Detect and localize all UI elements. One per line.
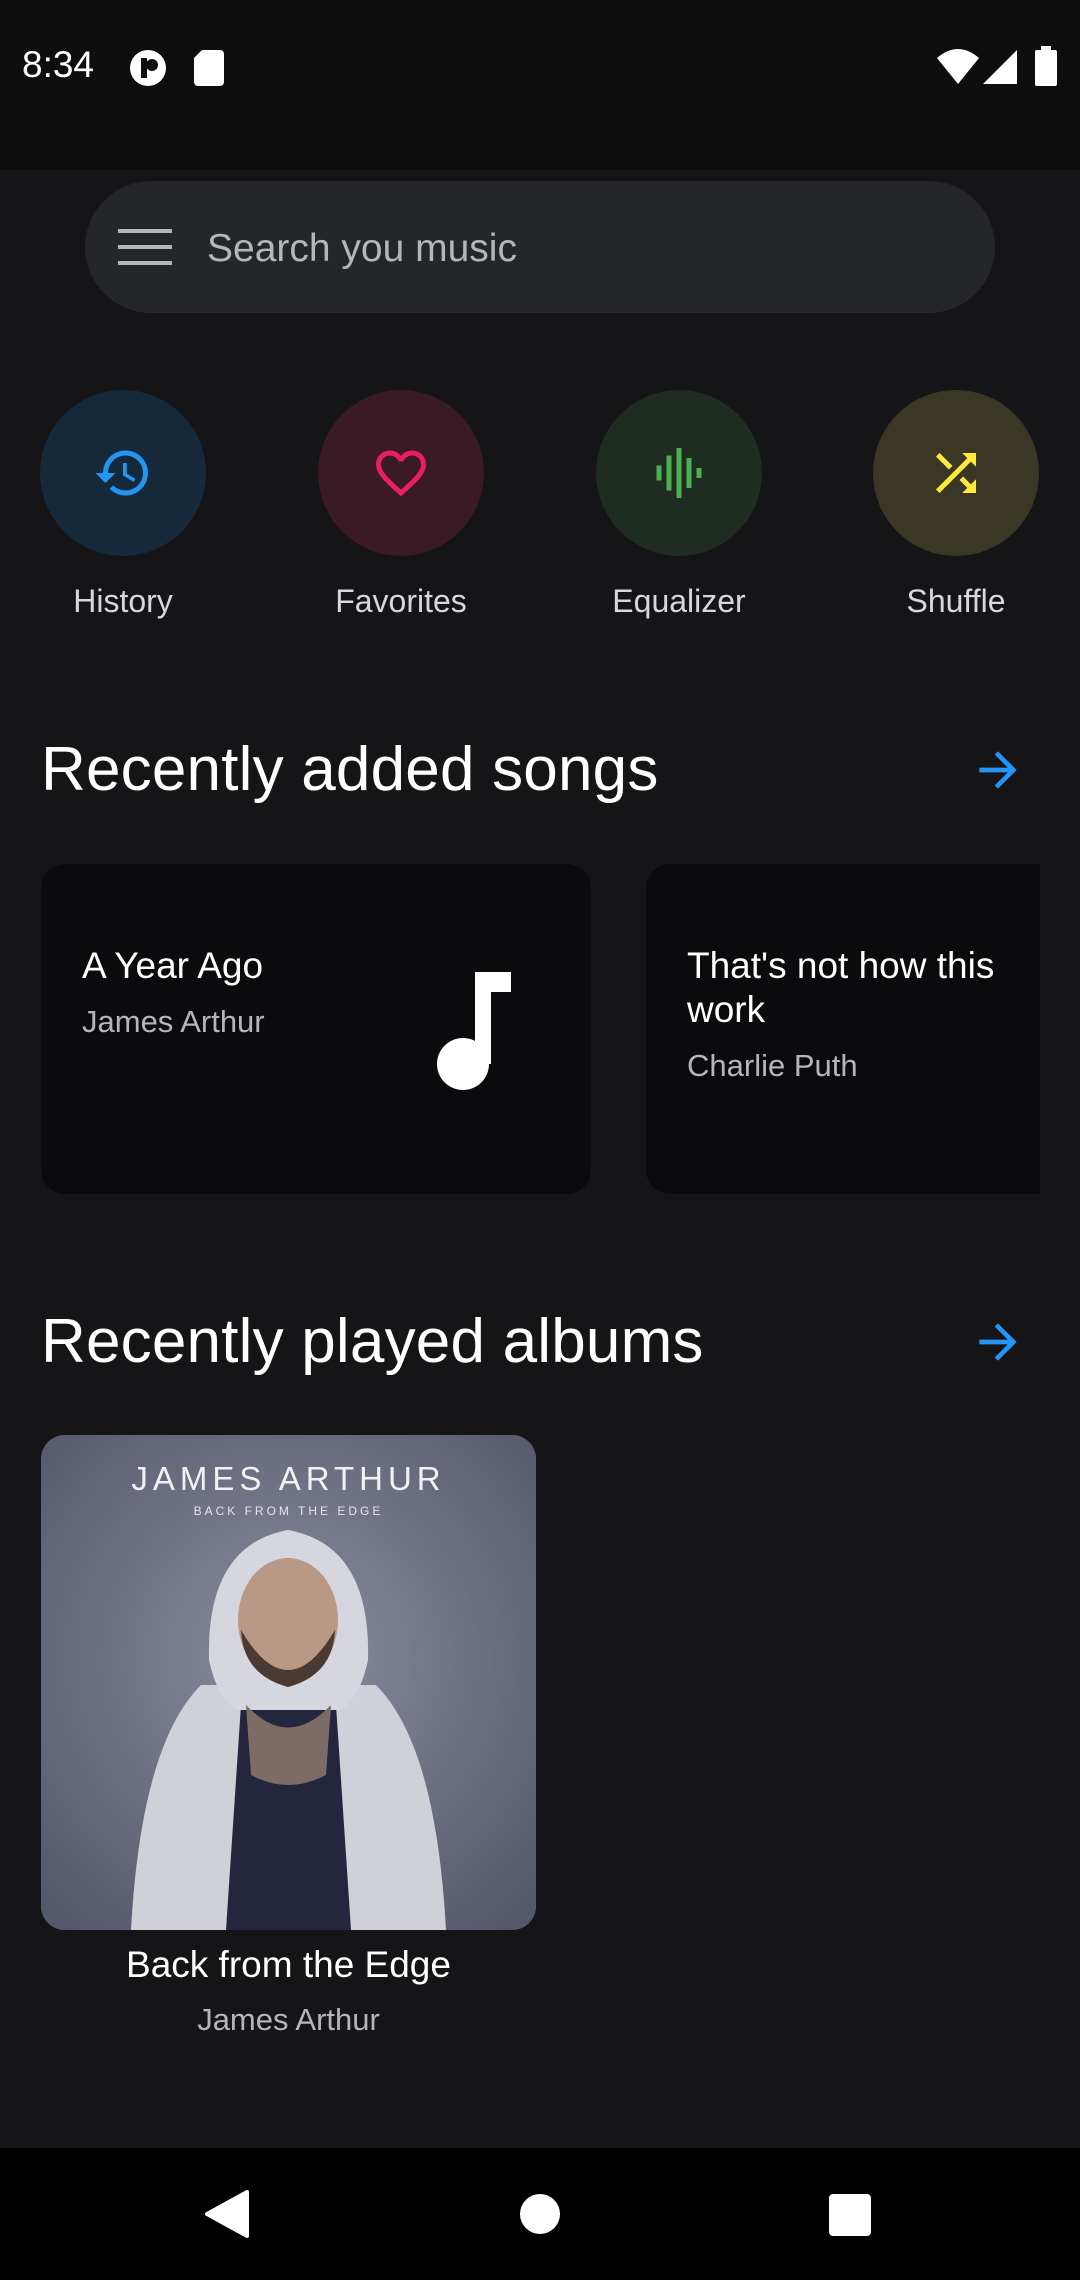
history-icon	[95, 450, 148, 496]
recent-songs-title: Recently added songs	[41, 735, 659, 804]
song-title: That's not how this work	[687, 945, 995, 1030]
song-artist: James Arthur	[82, 1004, 265, 1039]
recent-albums-title: Recently played albums	[41, 1307, 704, 1376]
album-artist: James Arthur	[197, 2002, 380, 2037]
arrow-forward-icon[interactable]	[970, 742, 1026, 798]
album-cover-subtitle: BACK FROM THE EDGE	[193, 1504, 384, 1518]
shuffle-button[interactable]	[873, 390, 1039, 556]
sd-card-icon	[194, 50, 224, 86]
music-note-icon	[437, 972, 511, 1090]
favorites-button[interactable]	[318, 390, 484, 556]
wifi-icon	[937, 49, 979, 84]
history-label: History	[73, 583, 173, 619]
song-artist: Charlie Puth	[687, 1048, 858, 1083]
search-bar[interactable]: Search you music	[85, 181, 995, 313]
recents-icon[interactable]	[829, 2194, 871, 2236]
song-card[interactable]: A Year Ago James Arthur	[41, 864, 591, 1194]
search-input[interactable]: Search you music	[207, 227, 517, 271]
cell-signal-icon	[983, 50, 1017, 84]
home-icon[interactable]	[520, 2194, 560, 2234]
back-icon[interactable]	[203, 2190, 249, 2238]
history-button[interactable]	[40, 390, 206, 556]
equalizer-button[interactable]	[596, 390, 762, 556]
arrow-forward-icon[interactable]	[970, 1314, 1026, 1370]
shuffle-icon	[936, 453, 976, 493]
favorites-label: Favorites	[335, 583, 467, 619]
app-notification-icon	[130, 50, 166, 86]
heart-icon	[376, 450, 426, 497]
navigation-bar	[0, 2148, 1080, 2280]
shuffle-label: Shuffle	[906, 583, 1006, 619]
album-cover[interactable]: JAMES ARTHUR BACK FROM THE EDGE	[41, 1435, 536, 1930]
equalizer-icon	[656, 448, 702, 498]
album-title: Back from the Edge	[126, 1944, 451, 1985]
equalizer-label: Equalizer	[612, 583, 746, 619]
song-title: A Year Ago	[82, 945, 264, 986]
song-card[interactable]: That's not how this work Charlie Puth	[646, 864, 1040, 1194]
menu-icon[interactable]	[118, 225, 172, 269]
status-bar: 8:34	[0, 0, 1080, 170]
battery-icon	[1035, 46, 1057, 86]
album-cover-title: JAMES ARTHUR	[131, 1460, 446, 1497]
status-time: 8:34	[22, 44, 95, 85]
